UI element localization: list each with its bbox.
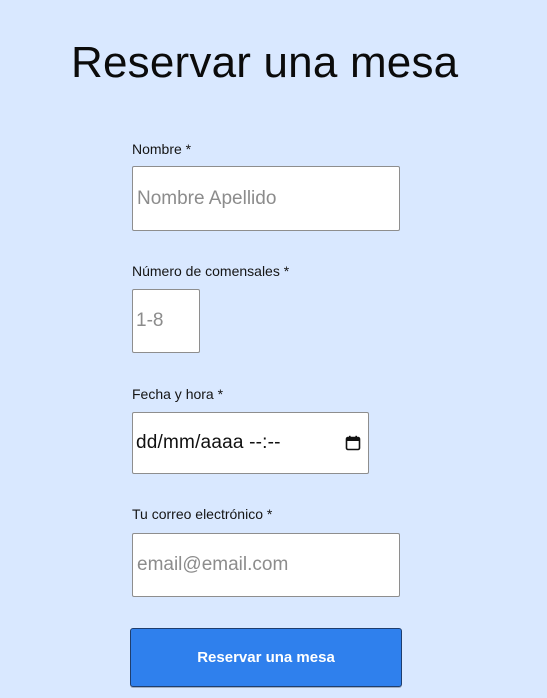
page-title: Reservar una mesa [71,38,459,88]
guests-label: Número de comensales * [132,263,290,279]
email-label: Tu correo electrónico * [132,506,273,522]
datetime-input[interactable]: dd/mm/aaaa --:-- [132,412,369,474]
name-input[interactable] [132,166,400,231]
email-input[interactable] [132,533,400,597]
name-label: Nombre * [132,141,192,157]
datetime-value: dd/mm/aaaa --:-- [136,432,281,453]
reserve-button[interactable]: Reservar una mesa [130,628,402,687]
guests-input[interactable] [132,289,200,353]
datetime-label: Fecha y hora * [132,386,224,402]
calendar-icon[interactable] [343,433,363,453]
